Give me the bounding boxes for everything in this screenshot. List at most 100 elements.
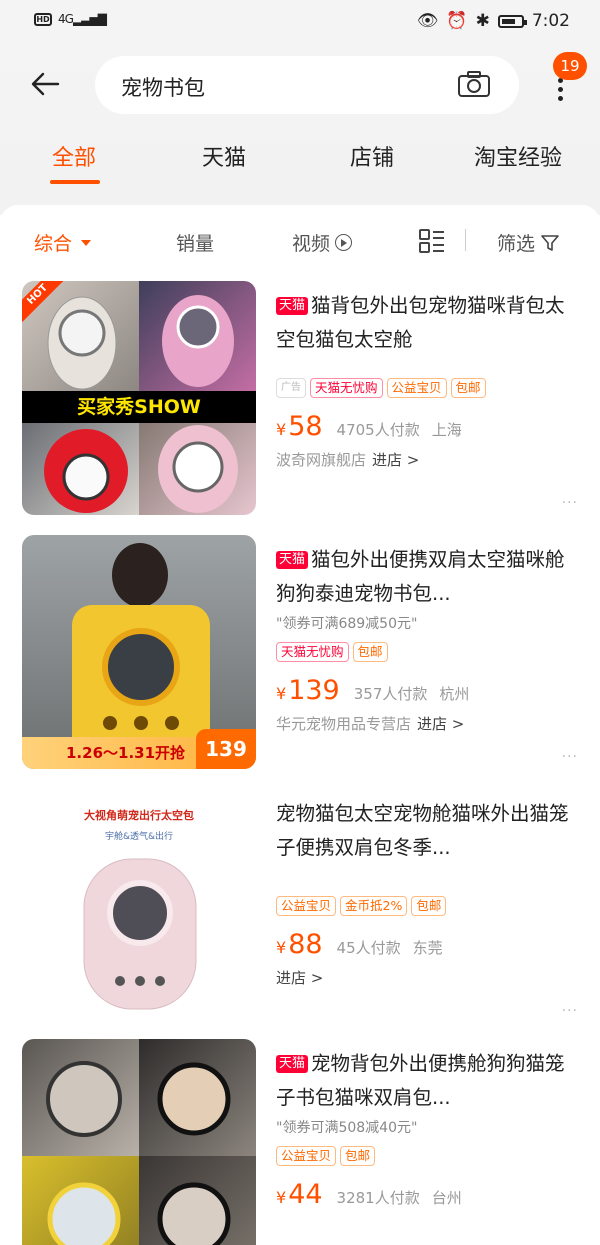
product-title[interactable]: 天猫 宠物背包外出便携舱狗狗猫笼子书包猫咪双肩包... <box>276 1047 576 1115</box>
active-tab-indicator <box>50 180 100 184</box>
tmall-badge: 天猫 <box>276 297 309 315</box>
sort-sales[interactable]: 销量 <box>176 229 214 256</box>
sort-video[interactable]: 视频 <box>292 229 353 256</box>
camera-icon[interactable] <box>457 70 491 98</box>
product-title[interactable]: 天猫 猫包外出便携双肩太空猫咪舱狗狗泰迪宠物书包... <box>276 543 576 611</box>
product-title[interactable]: 天猫 猫背包外出包宠物猫咪背包太空包猫包太空舱 <box>276 289 576 357</box>
product-tags: 公益宝贝 包邮 <box>276 1145 576 1167</box>
product-card[interactable]: 天猫 宠物背包外出便携舱狗狗猫笼子书包猫咪双肩包... "领券可满508减40元"… <box>0 1039 600 1245</box>
tag-charity: 公益宝贝 <box>276 1146 337 1166</box>
search-query: 宠物书包 <box>121 76 205 100</box>
shop-row: 华元宠物用品专营店 进店 > <box>276 713 576 734</box>
sort-divider <box>465 229 466 251</box>
tag-worry-free: 天猫无忧购 <box>276 642 349 662</box>
product-tags: 公益宝贝 金币抵2% 包邮 <box>276 895 576 917</box>
sales-count: 45人付款 <box>336 939 401 957</box>
product-image[interactable]: 大视角萌宠出行太空包 宇舱&透气&出行 <box>22 789 256 1023</box>
product-card[interactable]: 1.26～1.31开抢 139 天猫 猫包外出便携双肩太空猫咪舱狗狗泰迪宠物书包.… <box>0 535 600 785</box>
tag-free-shipping: 包邮 <box>411 896 447 916</box>
clock-time: 7:02 <box>531 11 570 31</box>
tmall-badge: 天猫 <box>276 551 309 569</box>
product-tags: 广告 天猫无忧购 公益宝贝 包邮 <box>276 377 576 399</box>
product-image[interactable] <box>22 1039 256 1245</box>
price-row: ¥ 58 4705人付款 上海 <box>276 411 462 442</box>
bluetooth-icon: ✱ <box>475 11 490 31</box>
tag-free-shipping: 包邮 <box>340 1146 376 1166</box>
coupon-text: "领券可满508减40元" <box>276 1120 418 1136</box>
message-count-badge: 19 <box>553 52 587 80</box>
eye-icon: 👁 <box>416 11 439 31</box>
product-tags: 天猫无忧购 包邮 <box>276 641 576 663</box>
ship-location: 上海 <box>431 421 462 439</box>
ship-location: 杭州 <box>439 685 470 703</box>
shop-name[interactable]: 波奇网旗舰店 <box>276 449 366 470</box>
hd-icon: HD <box>34 12 52 26</box>
product-card[interactable]: HOT 买家秀SHOW 天猫 猫背包外出包宠物猫咪背包太空包猫包太空舱 广告 天猫… <box>0 281 600 531</box>
search-row: 宠物书包 <box>0 54 600 116</box>
product-info: 宠物猫包太空宠物舱猫咪外出猫笼子便携双肩包冬季... 公益宝贝 金币抵2% 包邮… <box>276 789 576 988</box>
price-row: ¥ 88 45人付款 东莞 <box>276 929 443 960</box>
ship-location: 东莞 <box>412 939 443 957</box>
product-info: 天猫 宠物背包外出便携舱狗狗猫笼子书包猫咪双肩包... "领券可满508减40元"… <box>276 1039 576 1213</box>
sort-comprehensive[interactable]: 综合 <box>34 229 92 256</box>
tag-charity: 公益宝贝 <box>276 896 337 916</box>
tab-shops[interactable]: 店铺 <box>350 140 394 172</box>
ship-location: 台州 <box>431 1189 462 1207</box>
price-row: ¥ 139 357人付款 杭州 <box>276 675 470 706</box>
tag-worry-free: 天猫无忧购 <box>310 378 383 398</box>
product-info: 天猫 猫包外出便携双肩太空猫咪舱狗狗泰迪宠物书包... "领券可满689减50元"… <box>276 535 576 734</box>
tab-tmall[interactable]: 天猫 <box>202 140 246 172</box>
enter-shop-link[interactable]: 进店 > <box>372 449 419 470</box>
product-price: 44 <box>288 1179 323 1210</box>
list-layout-icon[interactable] <box>418 227 446 255</box>
product-title[interactable]: 宠物猫包太空宠物舱猫咪外出猫笼子便携双肩包冬季... <box>276 797 576 865</box>
filter-button[interactable]: 筛选 <box>497 229 560 256</box>
pink-backpack-illustration <box>83 858 197 1010</box>
tag-charity: 公益宝贝 <box>386 378 447 398</box>
cat-backpack-illustration <box>46 1061 231 1245</box>
shop-name[interactable]: 华元宠物用品专营店 <box>276 713 411 734</box>
back-button[interactable] <box>28 66 64 102</box>
sort-bar: 综合 销量 视频 筛选 <box>0 205 600 275</box>
promo-date: 1.26～1.31开抢 <box>66 744 186 762</box>
enter-shop-link[interactable]: 进店 > <box>417 713 464 734</box>
signal-icon: 4G▂▃▅▇ <box>58 12 107 26</box>
product-price: 88 <box>288 929 323 960</box>
sales-count: 4705人付款 <box>336 421 420 439</box>
price-row: ¥ 44 3281人付款 台州 <box>276 1179 462 1210</box>
back-arrow-icon <box>31 72 60 96</box>
shop-row: 波奇网旗舰店 进店 > <box>276 449 576 470</box>
result-tabs: 全部 天猫 店铺 淘宝经验 <box>0 130 600 190</box>
more-options-button[interactable]: ··· <box>562 495 578 511</box>
product-card[interactable]: 大视角萌宠出行太空包 宇舱&透气&出行 宠物猫包太空宠物舱猫咪外出猫笼子便携双肩… <box>0 789 600 1039</box>
tag-free-shipping: 包邮 <box>352 642 388 662</box>
battery-icon <box>497 14 527 28</box>
status-bar: HD 4G▂▃▅▇ 👁 ⏰ ✱ 7:02 <box>0 0 600 44</box>
caret-down-icon <box>81 239 92 246</box>
more-options-button[interactable]: ··· <box>562 1003 578 1019</box>
tab-all[interactable]: 全部 <box>52 140 96 172</box>
search-input[interactable]: 宠物书包 <box>95 56 519 114</box>
more-options-button[interactable]: ··· <box>562 749 578 765</box>
enter-shop-link[interactable]: 进店 > <box>276 967 323 988</box>
tag-free-shipping: 包邮 <box>450 378 486 398</box>
tag-coin-discount: 金币抵2% <box>340 896 408 916</box>
product-image[interactable]: HOT 买家秀SHOW <box>22 281 256 515</box>
buyer-show-banner: 买家秀SHOW <box>22 391 256 423</box>
product-price: 58 <box>288 411 323 442</box>
tag-ad: 广告 <box>276 378 306 398</box>
filter-icon <box>541 234 559 251</box>
tab-taobao-experience[interactable]: 淘宝经验 <box>474 140 562 172</box>
play-circle-icon <box>335 234 353 251</box>
promo-price: 139 <box>196 729 256 769</box>
product-info: 天猫 猫背包外出包宠物猫咪背包太空包猫包太空舱 广告 天猫无忧购 公益宝贝 包邮 … <box>276 281 576 470</box>
alarm-icon: ⏰ <box>446 11 468 31</box>
product-price: 139 <box>288 675 340 706</box>
shop-row: 进店 > <box>276 967 576 988</box>
tmall-badge: 天猫 <box>276 1055 309 1073</box>
results-panel: 综合 销量 视频 筛选 HOT 买家秀SHOW 天猫 猫背包外出包宠物猫咪背包太… <box>0 205 600 1245</box>
sales-count: 3281人付款 <box>336 1189 420 1207</box>
sales-count: 357人付款 <box>353 685 428 703</box>
coupon-text: "领券可满689减50元" <box>276 616 418 632</box>
product-image[interactable]: 1.26～1.31开抢 139 <box>22 535 256 769</box>
